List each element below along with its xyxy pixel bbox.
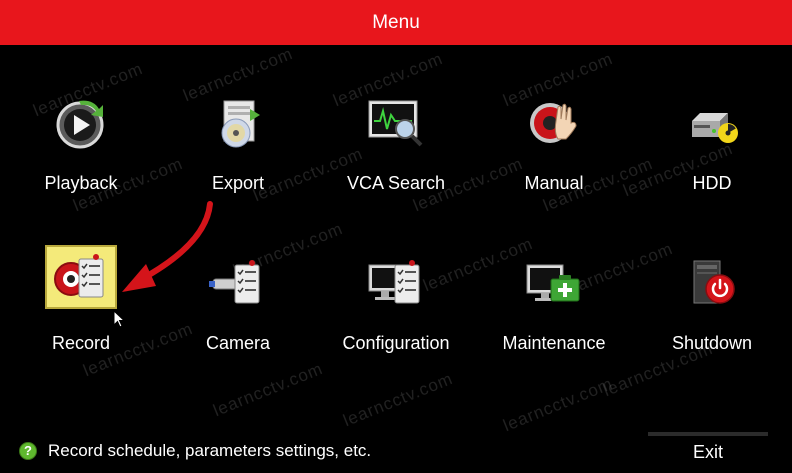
shutdown-icon: [674, 245, 750, 321]
menu-item-label: Shutdown: [671, 333, 753, 353]
menu-item-label: Configuration: [342, 333, 450, 353]
menu-item-label: Maintenance: [502, 333, 606, 353]
status-description: Record schedule, parameters settings, et…: [48, 441, 372, 460]
exit-button[interactable]: Exit: [648, 432, 768, 468]
menu-item-shutdown[interactable]: Shutdown: [637, 45, 787, 353]
camera-icon: [200, 245, 276, 321]
menu-item-label: Camera: [205, 333, 271, 353]
configuration-icon: [358, 245, 434, 321]
menu-item-record[interactable]: Record: [6, 45, 156, 353]
page-title: Menu: [372, 11, 420, 33]
help-icon: ?: [19, 442, 37, 460]
exit-label: Exit: [692, 441, 723, 462]
menu-title-bar: Menu: [0, 0, 792, 45]
menu-item-configuration[interactable]: Configuration: [321, 45, 471, 353]
menu-item-camera[interactable]: Camera: [163, 45, 313, 353]
menu-item-label: Record: [51, 333, 111, 353]
maintenance-icon: [516, 245, 592, 321]
status-bar: ? Record schedule, parameters settings, …: [0, 432, 792, 473]
record-icon: [45, 245, 117, 309]
menu-item-maintenance[interactable]: Maintenance: [479, 45, 629, 353]
main-menu-grid: Playback Export VCA Search Manual HDD Re…: [0, 45, 792, 425]
